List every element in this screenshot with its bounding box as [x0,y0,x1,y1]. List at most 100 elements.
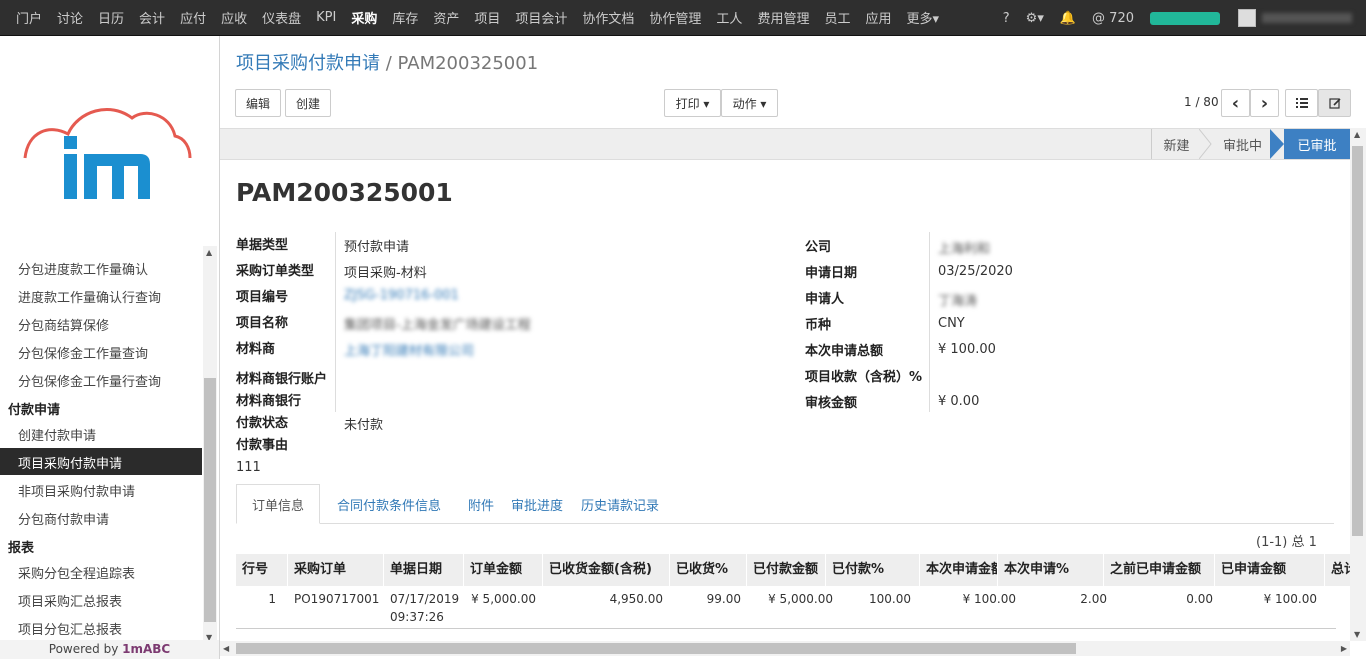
scroll-right-icon[interactable]: ▶ [1341,644,1347,653]
payment-reason-text[interactable]: 111 [236,460,261,475]
sidebar-item[interactable]: 创建付款申请 [18,425,96,444]
main-scroll-thumb[interactable] [1352,146,1363,536]
menu-item[interactable]: 协作管理 [649,8,701,27]
column-header[interactable]: 已付款% [826,554,920,586]
table-cell: PO190717001 [294,592,380,606]
column-header[interactable]: 已申请金额 [1215,554,1325,586]
field-label: 付款状态 [236,416,289,431]
menu-item[interactable]: 项目 [474,8,500,27]
scroll-up-icon[interactable]: ▲ [206,248,212,257]
field-label: 采购订单类型 [236,264,315,279]
user-name-blurred[interactable] [1262,13,1352,23]
menu-item[interactable]: 仪表盘 [262,8,301,27]
field-value: ¥ 0.00 [938,394,980,409]
pager-value[interactable]: 1 / 80 [1184,95,1219,109]
breadcrumb-parent[interactable]: 项目采购付款申请 [236,53,380,74]
pager-prev-icon[interactable]: ‹ [1221,89,1250,117]
tab-0[interactable]: 订单信息 [236,484,320,524]
list-view-button[interactable] [1285,89,1318,117]
sidebar-item[interactable]: 分包保修金工作量查询 [18,343,148,362]
tab-4[interactable]: 历史请款记录 [570,484,670,524]
column-header[interactable]: 总计 [1325,554,1350,586]
column-header[interactable]: 已收货% [670,554,747,586]
sidebar-item[interactable]: 项目分包汇总报表 [18,619,122,638]
menu-item[interactable]: 员工 [824,8,850,27]
field-value[interactable]: 上海丁阳建材有限公司 [344,340,474,359]
menu-item[interactable]: 日历 [98,8,124,27]
main-vertical-scrollbar[interactable]: ▲ ▼ [1350,128,1366,641]
column-header[interactable]: 采购订单 [288,554,384,586]
sidebar-item[interactable]: 分包商付款申请 [18,509,109,528]
top-navbar: 门户 讨论 日历 会计 应付 应收 仪表盘 KPI 采购 库存 资产 项目 项目会计 协作文档 协作管理 工人… [0,0,1366,36]
stage-current-arrow-icon [1270,129,1284,159]
menu-item[interactable]: 会计 [139,8,165,27]
sidebar-item[interactable]: 非项目采购付款申请 [18,481,135,500]
menu-item[interactable]: 库存 [392,8,418,27]
column-header[interactable]: 本次申请% [998,554,1104,586]
edit-button[interactable]: 编辑 [235,89,281,117]
column-header[interactable]: 单据日期 [384,554,464,586]
mentions-counter[interactable]: @ 720 [1092,11,1134,26]
menu-item[interactable]: 工人 [716,8,742,27]
field-value: 上海利和 [938,242,991,257]
stage-new[interactable]: 新建 [1151,129,1201,159]
tab-2[interactable]: 附件 [458,484,504,524]
table-cell: 99.00 [706,592,741,606]
field-label: 材料商银行账户 [236,372,328,387]
menu-item[interactable]: 应付 [180,8,206,27]
scroll-up-icon[interactable]: ▲ [1354,130,1360,139]
sidebar-category: 付款申请 [8,403,61,418]
column-header[interactable]: 行号 [236,554,288,586]
sidebar-item[interactable]: 分包保修金工作量行查询 [18,371,161,390]
help-icon[interactable]: ? [1003,11,1010,26]
field-value[interactable]: ZJSG-190716-001 [344,288,459,303]
brand-link[interactable]: 1mABC [122,642,170,656]
action-dropdown[interactable]: 动作 ▾ [721,89,778,117]
menu-item[interactable]: 门户 [16,8,42,27]
column-header[interactable]: 已收货金额(含税) [543,554,670,586]
create-button[interactable]: 创建 [285,89,331,117]
scroll-down-icon[interactable]: ▼ [1354,630,1360,639]
stage-approved[interactable]: 已审批 [1284,129,1350,159]
field-label: 项目编号 [236,290,289,305]
column-header[interactable]: 订单金额 [464,554,543,586]
menu-item[interactable]: 应收 [221,8,247,27]
horizontal-scrollbar[interactable]: ◀ ▶ [220,641,1350,656]
column-header[interactable]: 本次申请金额 [920,554,998,586]
sidebar-item[interactable]: 进度款工作量确认行查询 [18,287,161,306]
sidebar-item[interactable]: 分包进度款工作量确认 [18,259,148,278]
table-cell: 1 [268,592,276,606]
tab-3[interactable]: 审批进度 [504,484,570,524]
bell-icon[interactable]: 🔔 [1060,11,1076,26]
form-view-button[interactable] [1318,89,1351,117]
menu-item[interactable]: 协作文档 [582,8,634,27]
menu-item[interactable]: 讨论 [57,8,83,27]
menu-item[interactable]: 采购 [351,8,377,27]
field-label: 币种 [805,318,832,333]
sidebar-scrollbar[interactable]: ▲ ▼ [203,246,217,644]
menu-item[interactable]: 更多▾ [906,8,939,27]
menu-item[interactable]: 应用 [865,8,891,27]
column-header[interactable]: 之前已申请金额 [1104,554,1215,586]
sidebar-item-selected[interactable]: 项目采购付款申请 [0,448,202,475]
sidebar-item[interactable]: 项目采购汇总报表 [18,591,122,610]
menu-item[interactable]: 项目会计 [515,8,567,27]
sidebar-item[interactable]: 采购分包全程追踪表 [18,563,135,582]
tab-1[interactable]: 合同付款条件信息 [320,484,458,524]
sidebar-scroll-thumb[interactable] [204,378,216,622]
notebook-tabs: 订单信息 合同付款条件信息 附件 审批进度 历史请款记录 [236,484,1334,524]
scroll-left-icon[interactable]: ◀ [223,644,229,653]
sidebar-category: 报表 [8,541,35,556]
menu-item[interactable]: 资产 [433,8,459,27]
menu-item[interactable]: 费用管理 [757,8,809,27]
pager-next-icon[interactable]: › [1250,89,1279,117]
avatar[interactable] [1238,9,1256,27]
settings-icon[interactable]: ⚙▾ [1026,11,1044,26]
sidebar-item[interactable]: 分包商结算保修 [18,315,109,334]
order-lines-table: 行号 采购订单 单据日期 订单金额 已收货金额(含税) 已收货% 已付款金额 已付款% 本次申请… [236,554,1350,634]
column-header[interactable]: 已付款金额 [747,554,826,586]
print-dropdown[interactable]: 打印 ▾ [664,89,721,117]
horizontal-scroll-thumb[interactable] [236,643,1076,654]
stage-approving[interactable]: 审批中 [1215,129,1270,159]
menu-item[interactable]: KPI [316,10,336,25]
